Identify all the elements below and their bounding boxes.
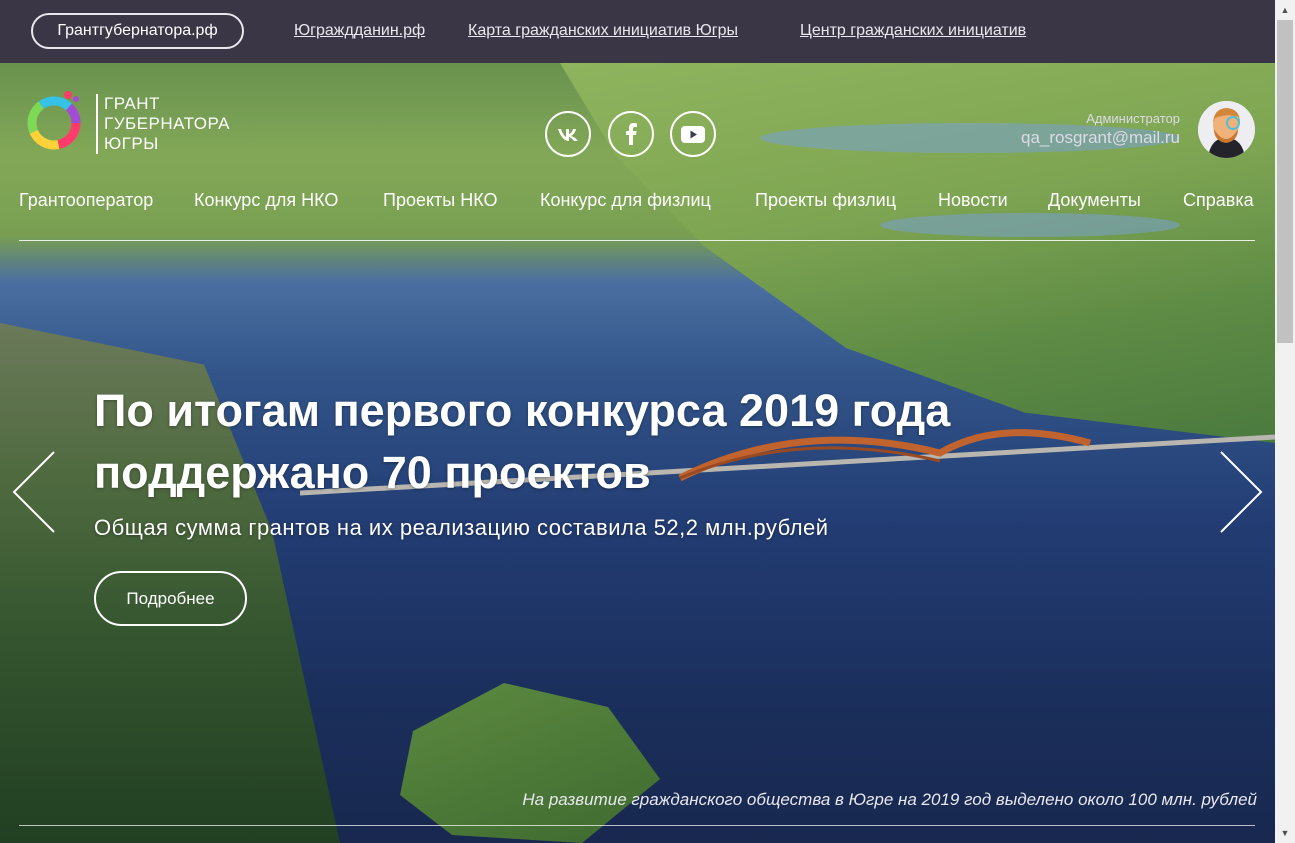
more-button[interactable]: Подробнее [94,571,247,626]
slide-title-line: По итогам первого конкурса 2019 года [94,385,951,436]
user-email[interactable]: qa_rosgrant@mail.ru [1021,128,1180,148]
vk-button[interactable] [545,111,591,157]
logo-line: ГУБЕРНАТОРА [104,114,231,133]
nav-item-grant-operator[interactable]: Грантооператор [19,190,153,211]
bottom-divider [19,825,1255,826]
yugra-citizen-link[interactable]: Юграждданин.рф [294,22,425,40]
user-avatar-icon [1198,101,1255,158]
youtube-icon [681,125,705,143]
nav-item-news[interactable]: Новости [938,190,1008,211]
nav-item-documents[interactable]: Документы [1048,190,1141,211]
river-channel [880,213,1180,237]
scroll-up-icon[interactable]: ▲ [1275,0,1295,20]
facebook-icon [626,123,637,145]
grant-logo-icon [27,91,81,150]
youtube-button[interactable] [670,111,716,157]
nav-item-individuals-projects[interactable]: Проекты физлиц [755,190,896,211]
facebook-button[interactable] [608,111,654,157]
bottom-caption: На развитие гражданского общества в Югре… [522,790,1257,809]
scroll-thumb[interactable] [1277,20,1293,343]
grant-governor-site-link[interactable]: Грантгубернатора.рф [31,13,244,49]
logo-wordmark[interactable]: ГРАНТ ГУБЕРНАТОРА ЮГРЫ [96,94,230,154]
slide-subtitle: Общая сумма грантов на их реализацию сос… [94,515,829,540]
nav-item-individuals-contest[interactable]: Конкурс для физлиц [540,190,711,211]
nav-item-help[interactable]: Справка [1183,190,1254,211]
chevron-right-icon[interactable] [1219,450,1263,534]
vertical-scrollbar[interactable]: ▲ ▼ [1275,0,1295,843]
nav-divider [19,240,1255,241]
civic-initiatives-center-link[interactable]: Центр гражданских инициатив [800,22,1026,40]
nav-item-nko-projects[interactable]: Проекты НКО [383,190,498,211]
vk-icon [558,129,578,141]
scroll-down-icon[interactable]: ▼ [1275,823,1295,843]
civic-initiatives-map-link[interactable]: Карта гражданских инициатив Югры [468,22,738,40]
top-bar: Грантгубернатора.рф Юграждданин.рф Карта… [0,0,1275,63]
slide-title: По итогам первого конкурса 2019 года под… [94,380,1094,504]
chevron-left-icon[interactable] [12,450,56,534]
slide-title-line: поддержано 70 проектов [94,447,651,498]
user-role: Администратор [1086,111,1180,126]
nav-item-nko-contest[interactable]: Конкурс для НКО [194,190,338,211]
landscape-island [400,683,660,843]
logo-line: ЮГРЫ [104,134,159,153]
logo-line: ГРАНТ [104,94,160,113]
avatar[interactable] [1198,101,1255,158]
